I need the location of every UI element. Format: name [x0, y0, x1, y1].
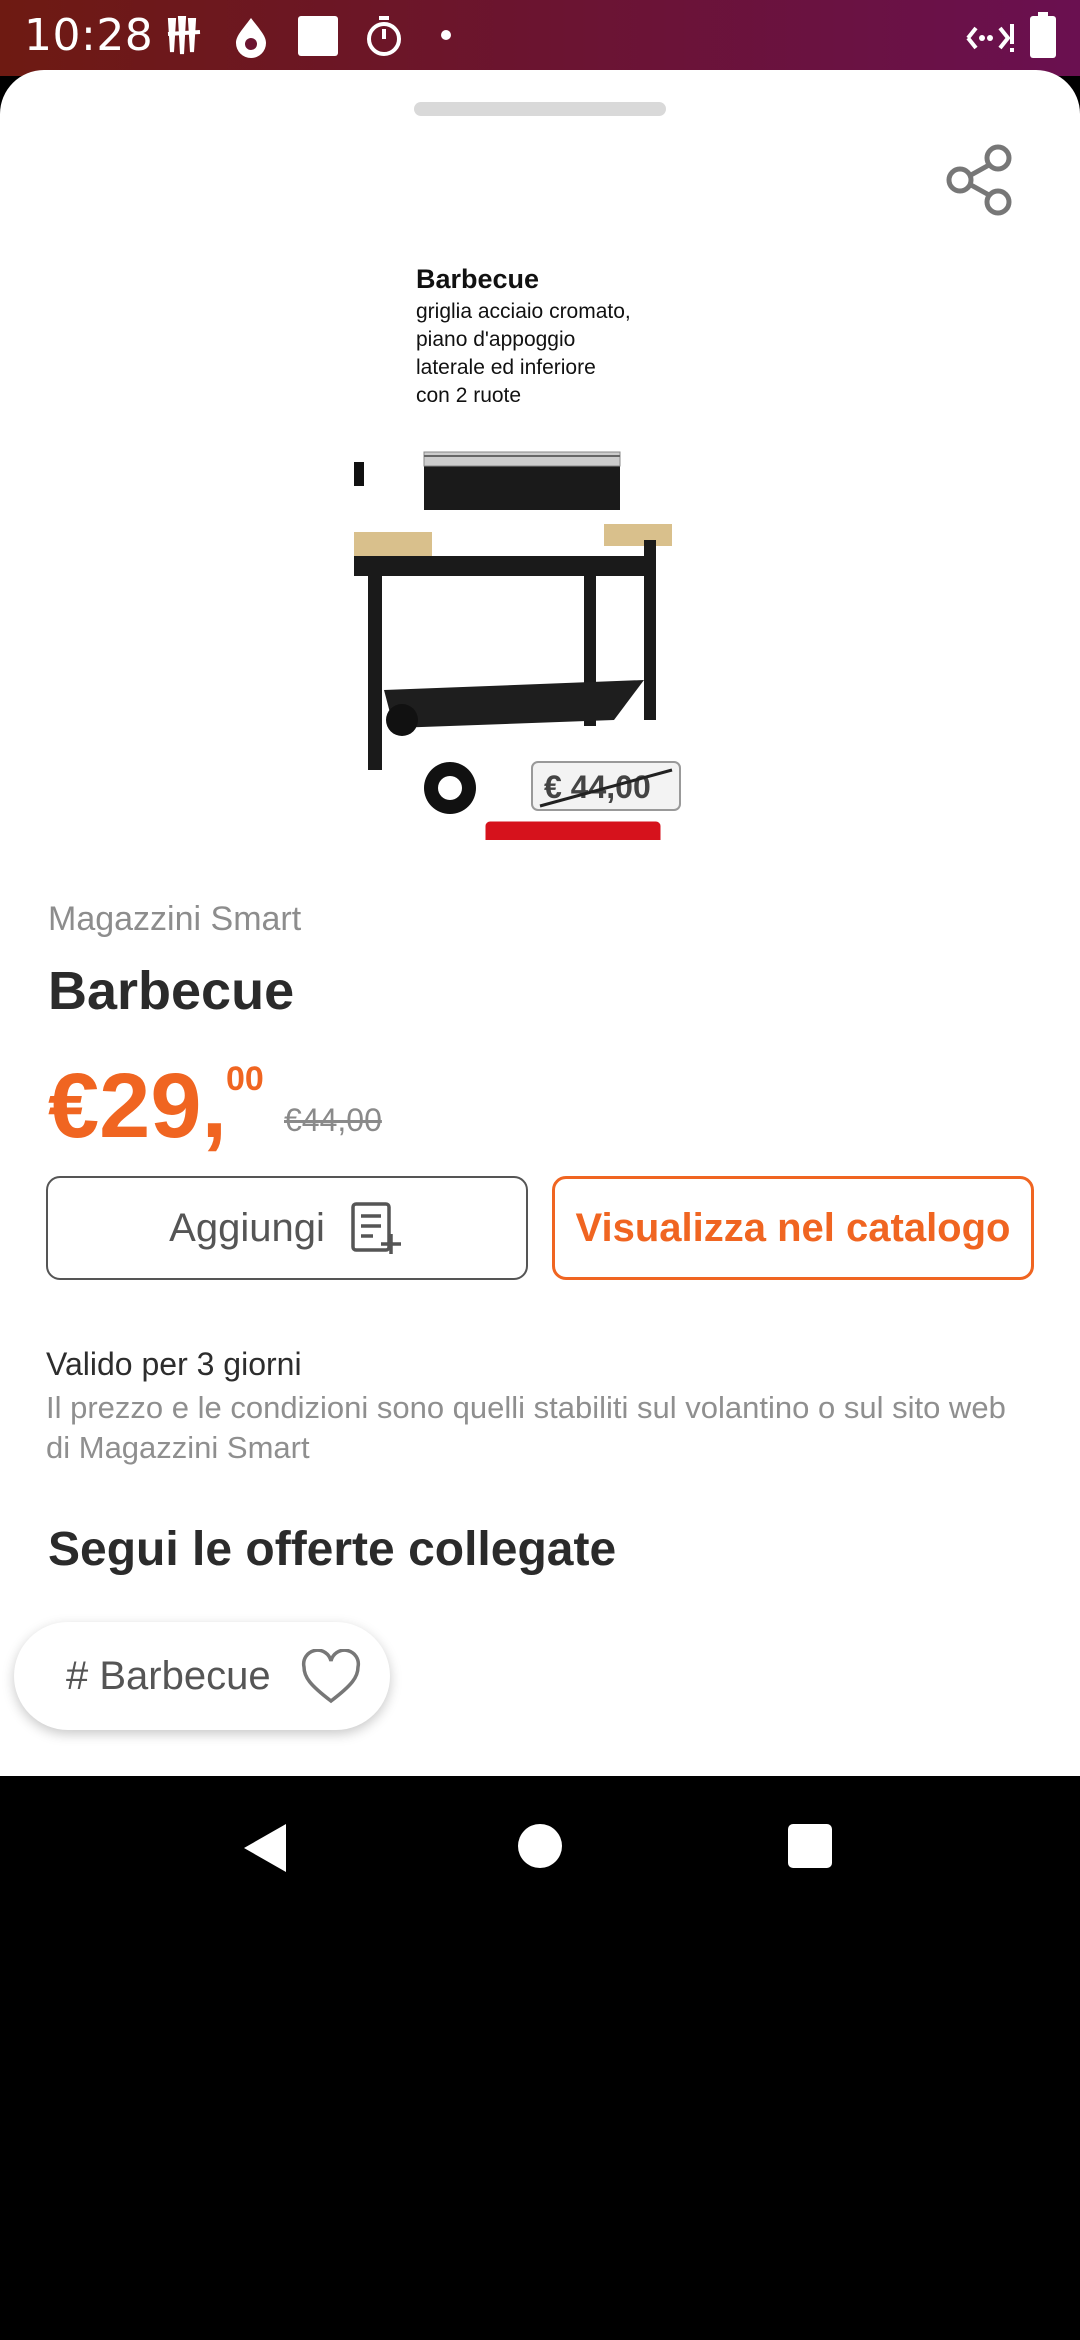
- status-time: 10:28: [24, 10, 154, 61]
- product-title: Barbecue: [48, 961, 295, 1021]
- tag-chip-label: # Barbecue: [66, 1653, 271, 1698]
- product-image: Barbecue griglia acciaio cromato, piano …: [354, 240, 730, 898]
- image-title: Barbecue: [416, 264, 539, 294]
- recents-nav-icon[interactable]: [786, 1822, 834, 1870]
- image-new-price: 29,00: [530, 831, 655, 840]
- dot-icon: [440, 28, 452, 46]
- status-bar: 10:28: [0, 0, 1080, 76]
- heart-icon[interactable]: [300, 1649, 362, 1705]
- price-cents: 00: [226, 1060, 264, 1098]
- image-desc-3: laterale ed inferiore: [416, 356, 596, 379]
- hp-icon: [164, 14, 204, 63]
- related-offers-heading: Segui le offerte collegate: [48, 1523, 617, 1576]
- add-button-label: Aggiungi: [169, 1205, 325, 1250]
- battery-icon: [1030, 12, 1056, 63]
- tag-chip-barbecue[interactable]: # Barbecue: [14, 1622, 390, 1730]
- drag-handle[interactable]: [414, 102, 666, 116]
- navigation-bar: [0, 1776, 1080, 1916]
- price-integer: €29,: [48, 1055, 228, 1157]
- conditions-text: Il prezzo e le condizioni sono quelli st…: [46, 1390, 1006, 1465]
- drop-icon: [232, 14, 270, 63]
- merchant-name[interactable]: Magazzini Smart: [48, 900, 301, 939]
- view-catalog-button[interactable]: Visualizza nel catalogo: [552, 1176, 1034, 1280]
- add-to-list-button[interactable]: Aggiungi: [46, 1176, 528, 1280]
- back-nav-icon[interactable]: [240, 1822, 292, 1874]
- stopwatch-icon: [364, 14, 404, 63]
- offer-detail-sheet: Barbecue griglia acciaio cromato, piano …: [0, 70, 1080, 1776]
- share-icon[interactable]: [940, 140, 1020, 220]
- square-icon: [296, 14, 340, 63]
- image-desc-1: griglia acciaio cromato,: [416, 300, 631, 323]
- image-desc-2: piano d'appoggio: [416, 328, 575, 351]
- old-price: €44,00: [284, 1102, 382, 1138]
- home-nav-icon[interactable]: [516, 1822, 564, 1870]
- current-price: €29, 00: [48, 1060, 264, 1152]
- image-desc-4: con 2 ruote: [416, 384, 521, 407]
- validity-text: Valido per 3 giorni: [46, 1346, 302, 1382]
- signal-icon: [960, 20, 1014, 61]
- add-to-list-icon: [351, 1202, 401, 1254]
